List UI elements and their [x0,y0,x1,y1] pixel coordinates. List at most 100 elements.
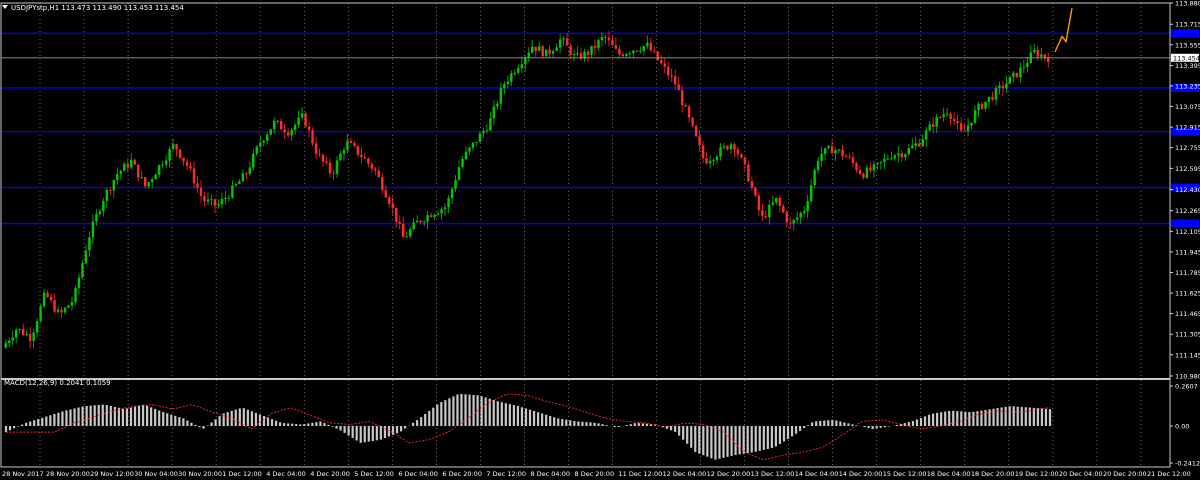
candle-body [262,140,265,143]
candle-body [95,214,98,222]
x-tick-label: 6 Dec 04:00 [398,470,438,478]
candle-body [949,113,952,119]
candle-body [154,174,157,180]
candle-body [834,150,837,154]
candle-body [408,229,412,237]
plot-frame [0,2,1171,468]
candle-body [537,46,541,51]
candle-body [304,113,307,127]
candle-body [897,153,900,156]
x-tick-label: 28 Nov 2017 [2,470,44,478]
macd-y-tick-label: 0.00 [1175,422,1189,430]
candle-body [670,75,673,77]
candle-body [405,236,408,238]
candle-body [952,118,956,122]
x-tick-label: 1 Dec 12:00 [222,470,262,478]
candle-body [876,162,879,165]
candle-body [928,124,931,131]
candle-body [126,163,129,168]
candle-body [227,197,231,199]
candle-body [890,158,893,160]
candle-body [290,129,293,136]
candle-body [719,147,722,157]
candle-body [91,221,95,238]
candle-body [705,157,708,164]
candle-body [761,210,764,216]
candle-body [1043,54,1046,58]
candle-body [53,300,56,312]
candle-body [402,223,405,238]
candle-body [597,40,600,48]
horizontal-lines[interactable] [1,29,1199,228]
y-tick-label: 113.555 [1175,41,1200,49]
candle-body [168,148,171,161]
candle-body [248,167,252,174]
y-tick-label: 112.755 [1175,144,1200,152]
candle-body [841,149,844,157]
candle-body [105,189,109,201]
candle-body [534,46,537,51]
y-tick-label: 113.715 [1175,21,1200,29]
candle-body [775,198,778,203]
candle-body [715,156,719,160]
candle-body [217,204,220,206]
candle-body [872,164,876,171]
candle-body [827,146,830,149]
candle-body [984,101,987,109]
candle-body [628,53,632,55]
candle-body [1019,67,1022,78]
candle-body [450,188,454,199]
candle-body [743,157,747,165]
candle-body [548,49,551,54]
chart-canvas[interactable]: 113.454 113.880 113.715 113.555 113.395 113.… [0,0,1200,480]
candle-body [918,143,921,147]
candle-body [607,37,611,41]
candle-body [339,153,342,161]
dropdown-icon[interactable] [2,5,8,9]
candle-body [286,132,290,136]
projection-line [1054,8,1073,53]
candle-body [935,116,938,127]
candle-body [157,165,161,175]
candle-body [600,36,604,41]
candle-body [562,38,565,40]
candle-body [1015,72,1019,78]
candle-body [123,163,126,171]
y-tick-label: 113.235 [1175,82,1200,90]
candle-body [457,167,461,180]
symbol-header: USDJPYstp,H1 113.473 113.490 113.453 113… [11,4,184,12]
x-tick-label: 30 Nov 04:00 [134,470,178,478]
candle-body [391,203,394,209]
x-tick-label: 12 Dec 04:00 [663,470,707,478]
candle-body [143,177,147,187]
candle-body [726,146,729,150]
x-tick-label: 18 Dec 20:00 [971,470,1015,478]
candle-body [621,54,625,56]
candle-body [161,164,164,166]
candle-body [945,113,949,115]
y-tick-label: 113.395 [1175,62,1200,70]
candle-body [813,170,816,186]
x-tick-label: 14 Dec 20:00 [839,470,883,478]
candle-body [415,220,419,223]
y-tick-label: 112.105 [1175,228,1200,236]
chart-header[interactable]: USDJPYstp,H1 113.473 113.490 113.453 113… [2,4,184,12]
candle-body [520,64,523,69]
candle-body [687,106,691,118]
candle-body [837,149,841,151]
candle-body [482,130,485,134]
candle-body [478,133,482,143]
candle-body [133,159,136,165]
x-tick-label: 5 Dec 12:00 [354,470,394,478]
candle-body [771,202,775,205]
candle-body [816,160,820,171]
candle-body [694,125,698,137]
candle-body [60,309,63,313]
candle-body [436,213,440,215]
candle-body [698,136,701,146]
candle-body [966,125,970,132]
candle-body [778,198,782,206]
candle-body [712,159,715,161]
candle-body [757,195,761,211]
candle-body [1026,62,1029,67]
